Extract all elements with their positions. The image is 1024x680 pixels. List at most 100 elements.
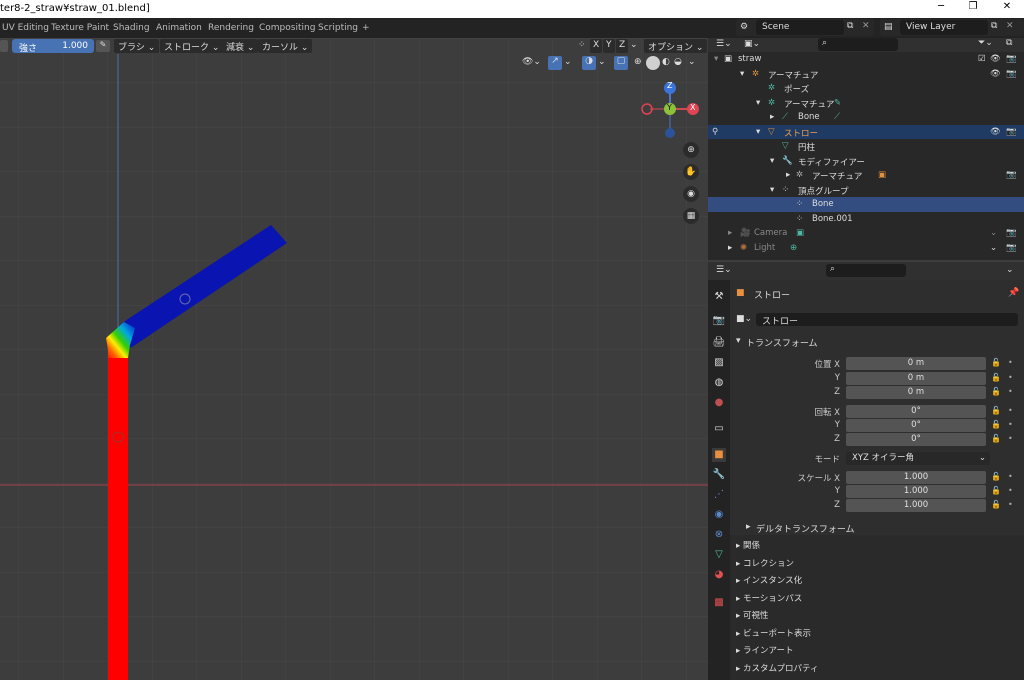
axis-z-toggle[interactable]: Z <box>616 39 629 53</box>
delete-view-layer-icon[interactable]: ✕ <box>1006 21 1014 31</box>
outliner-row-camera[interactable]: ▸ 🎥 Camera ▣ ⌄ 📷 <box>708 226 1024 241</box>
filter-icon[interactable]: ⏷⌄ <box>978 38 993 48</box>
editor-type-icon[interactable]: ☰⌄ <box>716 265 732 275</box>
location-z-field[interactable]: 0 m <box>846 386 986 399</box>
tab-texture-paint[interactable]: Texture Paint <box>45 21 115 37</box>
delete-scene-icon[interactable]: ✕ <box>862 21 870 31</box>
keyframe-dot-icon[interactable]: • <box>1008 387 1013 396</box>
section-instancing[interactable]: ▸ インスタンス化 <box>736 574 802 586</box>
outliner-row-straw[interactable]: ▾ ▣ straw ☑ 👁 📷 <box>708 52 1024 67</box>
menu-falloff[interactable]: 減衰 ⌄ <box>222 39 259 53</box>
outliner-row-vgroup-bone001[interactable]: ⁘ Bone.001 <box>708 212 1024 227</box>
rotation-mode-select[interactable]: XYZ オイラー角 ⌄ <box>846 452 990 465</box>
section-custom-properties[interactable]: ▸ カスタムプロパティ <box>736 662 818 674</box>
object-name-field[interactable]: ストロー <box>756 313 1018 327</box>
lock-icon[interactable]: 🔓 <box>991 358 1001 367</box>
outliner-row-armature[interactable]: ▾ ✲ アーマチュア 👁 📷 <box>708 67 1024 82</box>
outliner-row-vgroup-bone[interactable]: ⁘ Bone <box>708 197 1024 212</box>
transform-header[interactable]: トランスフォーム <box>746 336 818 349</box>
object-data-icon[interactable]: ■⌄ <box>736 314 752 324</box>
particles-tab-icon[interactable]: ⋰ <box>712 488 726 502</box>
scale-y-field[interactable]: 1.000 <box>846 485 986 498</box>
new-collection-icon[interactable]: ⧉ <box>1006 38 1012 48</box>
rotation-z-field[interactable]: 0° <box>846 433 986 446</box>
section-motion-paths[interactable]: ▸ モーションパス <box>736 592 802 604</box>
scene-selector[interactable]: ⚙ Scene ⧉ ✕ <box>736 19 874 36</box>
properties-search-input[interactable]: ⌕ <box>826 264 906 277</box>
rotation-x-field[interactable]: 0° <box>846 405 986 418</box>
scene-tab-icon[interactable]: ◍ <box>712 376 726 390</box>
keyframe-dot-icon[interactable]: • <box>1008 373 1013 382</box>
physics-tab-icon[interactable]: ◉ <box>712 508 726 522</box>
lock-icon[interactable]: 🔓 <box>991 500 1001 509</box>
xray-toggle-icon[interactable]: ▢ <box>614 56 628 70</box>
camera-view-icon[interactable]: ◉ <box>683 186 699 202</box>
viewport-canvas[interactable] <box>0 38 708 680</box>
menu-cursor[interactable]: カーソル ⌄ <box>258 39 313 53</box>
lock-icon[interactable]: 🔓 <box>991 373 1001 382</box>
chevron-down-icon[interactable]: ⌄ <box>630 40 638 50</box>
world-tab-icon[interactable]: ● <box>712 396 726 410</box>
tab-rendering[interactable]: Rendering <box>202 21 260 37</box>
shading-dropdown-icon[interactable]: ⌄ <box>688 57 696 67</box>
outliner-row-armature-data[interactable]: ▾ ✲ アーマチュア ✎ <box>708 96 1024 111</box>
keyframe-dot-icon[interactable]: • <box>1008 472 1013 481</box>
view-layer-selector[interactable]: ▤ View Layer ⧉ ✕ <box>880 19 1024 36</box>
outliner-row-light[interactable]: ▸ ✺ Light ⊕ ⌄ 📷 <box>708 241 1024 256</box>
wireframe-shading-icon[interactable]: ⊕ <box>634 57 642 67</box>
editor-type-icon[interactable]: ☰⌄ <box>716 39 732 49</box>
expand-arrow-icon[interactable]: ▾ <box>736 336 741 346</box>
material-tab-icon[interactable]: ◕ <box>712 568 726 582</box>
collapse-arrow-icon[interactable]: ▸ <box>746 522 751 532</box>
section-viewport-display[interactable]: ▸ ビューポート表示 <box>736 627 811 639</box>
gizmo-x-label[interactable]: X <box>690 103 695 112</box>
gizmo-z-label[interactable]: Z <box>667 81 672 90</box>
lock-icon[interactable]: 🔓 <box>991 472 1001 481</box>
tab-shading[interactable]: Shading <box>107 21 156 37</box>
material-shading-icon[interactable]: ◐ <box>662 57 670 67</box>
keyframe-dot-icon[interactable]: • <box>1008 434 1013 443</box>
lock-icon[interactable]: 🔓 <box>991 434 1001 443</box>
keyframe-dot-icon[interactable]: • <box>1008 358 1013 367</box>
tab-animation[interactable]: Animation <box>150 21 208 37</box>
outliner-search-input[interactable]: ⌕ <box>818 38 898 51</box>
hand-pan-icon[interactable]: ✋ <box>683 164 699 180</box>
visibility-icon[interactable]: 👁⌄ <box>522 57 541 67</box>
close-button[interactable]: ✕ <box>992 1 1022 17</box>
lock-icon[interactable]: 🔓 <box>991 486 1001 495</box>
solid-shading-icon[interactable] <box>646 56 660 70</box>
view-layer-tab-icon[interactable]: ▨ <box>712 356 726 370</box>
new-view-layer-icon[interactable]: ⧉ <box>991 21 997 31</box>
axis-y-toggle[interactable]: Y <box>603 39 615 53</box>
constraints-tab-icon[interactable]: ⊗ <box>712 528 726 542</box>
keyframe-dot-icon[interactable]: • <box>1008 420 1013 429</box>
gizmo-y-label[interactable]: Y <box>667 103 672 112</box>
rendered-shading-icon[interactable]: ◒ <box>674 57 682 67</box>
location-x-field[interactable]: 0 m <box>846 357 986 370</box>
overlay-dropdown-icon[interactable]: ⌄ <box>598 57 606 67</box>
delta-transform-section[interactable]: デルタトランスフォーム <box>756 522 855 535</box>
outliner-row-vertex-groups[interactable]: ▾ ⁘ 頂点グループ <box>708 183 1024 198</box>
axis-x-toggle[interactable]: X <box>590 39 603 53</box>
outliner-row-bone[interactable]: ▸ ⟋ Bone ⟋ <box>708 110 1024 125</box>
chevron-down-icon[interactable]: ⌄ <box>1006 265 1014 275</box>
location-y-field[interactable]: 0 m <box>846 372 986 385</box>
lock-icon[interactable]: 🔓 <box>991 420 1001 429</box>
display-mode-icon[interactable]: ▣⌄ <box>744 39 760 49</box>
outliner-row-cylinder[interactable]: ▽ 円柱 <box>708 139 1024 154</box>
outliner-row-pose[interactable]: ✲ ポーズ <box>708 81 1024 96</box>
zoom-icon[interactable]: ⊕ <box>683 142 699 158</box>
keyframe-dot-icon[interactable]: • <box>1008 486 1013 495</box>
outliner-row-straw-object[interactable]: ⚲ ▾ ▽ ストロー 👁 📷 <box>708 124 1024 139</box>
gizmo-toggle-icon[interactable]: ↗ <box>548 56 562 70</box>
pin-icon[interactable]: 📌 <box>1008 288 1019 298</box>
maximize-button[interactable]: ❐ <box>958 1 988 17</box>
add-workspace-button[interactable]: + <box>356 21 376 37</box>
render-tab-icon[interactable]: 📷 <box>712 314 726 328</box>
options-menu[interactable]: オプション ⌄ <box>644 39 708 53</box>
pressure-icon[interactable]: ✎ <box>96 40 110 52</box>
menu-brush[interactable]: ブラシ ⌄ <box>114 39 160 53</box>
grid-view-icon[interactable]: ▦ <box>683 208 699 224</box>
menu-stroke[interactable]: ストローク ⌄ <box>160 39 224 53</box>
section-relations[interactable]: ▸ 関係 <box>736 539 760 551</box>
